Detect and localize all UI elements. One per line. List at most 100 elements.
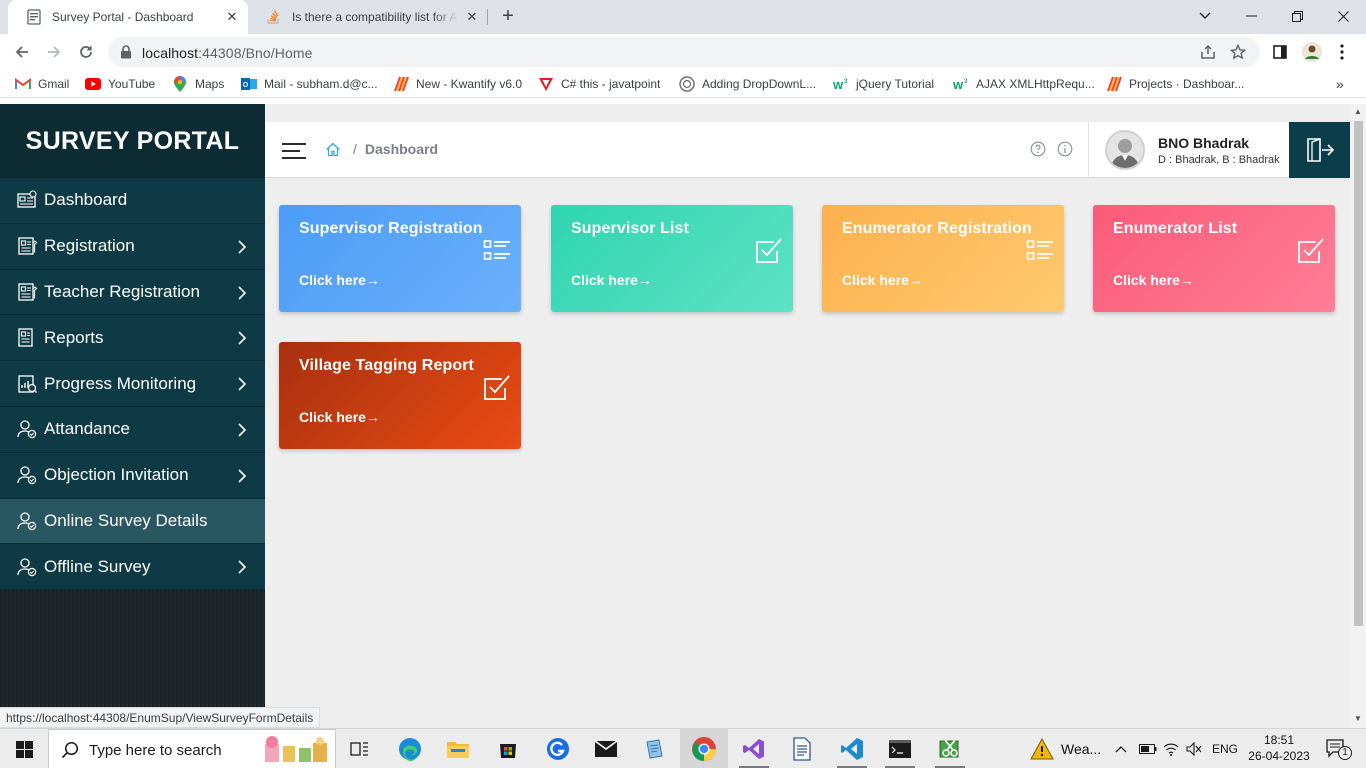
restore-button[interactable] [1274, 0, 1320, 32]
card-link[interactable]: Click here→ [1113, 272, 1194, 288]
bookmark-star-icon[interactable] [1230, 44, 1246, 60]
address-bar[interactable]: localhost:44308/Bno/Home [108, 37, 1260, 67]
javatpoint-icon [538, 76, 554, 92]
bookmark-maps[interactable]: Maps [172, 75, 224, 93]
sidebar-item-offline-survey[interactable]: Offline Survey [0, 544, 265, 591]
taskbar-snipping-tool[interactable] [926, 729, 974, 768]
brand-title[interactable]: SURVEY PORTAL [0, 104, 265, 178]
scrollbar-thumb[interactable] [1354, 121, 1363, 626]
card-enumerator-registration[interactable]: Enumerator Registration Click here→ [822, 205, 1064, 312]
forward-button[interactable] [40, 38, 68, 66]
search-icon [61, 741, 79, 759]
taskbar-vscode[interactable] [828, 729, 876, 768]
tab-title: Is there a compatibility list for An [292, 10, 458, 24]
minimize-button[interactable] [1228, 0, 1274, 32]
share-icon[interactable] [1200, 44, 1216, 60]
wifi-icon[interactable] [1163, 729, 1179, 768]
back-button[interactable] [8, 38, 36, 66]
card-village-tagging-report[interactable]: Village Tagging Report Click here→ [279, 342, 521, 449]
tray-overflow-icon[interactable] [1115, 729, 1127, 768]
url-text[interactable]: localhost:44308/Bno/Home [142, 45, 313, 61]
card-link[interactable]: Click here→ [571, 272, 652, 288]
tab-close-icon[interactable]: ✕ [464, 9, 480, 25]
logout-button[interactable] [1289, 122, 1350, 178]
taskbar-notes-app[interactable] [630, 729, 678, 768]
card-link[interactable]: Click here→ [842, 272, 923, 288]
card-supervisor-registration[interactable]: Supervisor Registration Click here→ [279, 205, 521, 312]
taskbar-word-document[interactable] [778, 729, 826, 768]
avatar[interactable] [1105, 130, 1145, 170]
snipping-tool-icon [939, 739, 959, 758]
svg-text:w: w [833, 77, 844, 91]
outlook-icon: O [241, 76, 257, 92]
lock-icon[interactable] [120, 45, 132, 59]
tab-survey-portal[interactable]: Survey Portal - Dashboard ✕ [8, 0, 248, 34]
gmail-icon [15, 76, 31, 92]
folder-icon [447, 742, 469, 758]
weather-widget[interactable]: Wea... [1030, 729, 1101, 768]
notification-center-button[interactable]: 1 [1316, 729, 1358, 768]
taskbar-grammarly[interactable] [534, 729, 582, 768]
bookmark-youtube[interactable]: YouTube [85, 75, 155, 93]
taskbar-search[interactable]: Type here to search [48, 729, 336, 768]
sidebar-item-attandance[interactable]: Attandance [0, 406, 265, 453]
sidebar-item-progress-monitoring[interactable]: Progress Monitoring [0, 361, 265, 407]
bookmark-label: Mail - subham.d@c... [264, 77, 378, 91]
home-icon[interactable] [325, 142, 341, 157]
card-link[interactable]: Click here→ [299, 409, 380, 425]
sidebar-item-registration[interactable]: Registration [0, 223, 265, 270]
sidebar-item-online-survey-details[interactable]: Online Survey Details [0, 498, 265, 545]
card-title: Village Tagging Report [299, 357, 474, 374]
card-link[interactable]: Click here→ [299, 272, 380, 288]
profile-avatar-icon[interactable] [1298, 38, 1326, 66]
language-indicator[interactable]: ENG [1212, 729, 1238, 768]
task-view-button[interactable] [336, 729, 384, 768]
tab-close-icon[interactable]: ✕ [224, 9, 240, 25]
browser-toolbar: localhost:44308/Bno/Home [0, 34, 1366, 70]
taskbar-edge[interactable] [386, 729, 434, 768]
taskbar-file-explorer[interactable] [434, 729, 482, 768]
sidebar-item-teacher-registration[interactable]: Teacher Registration [0, 269, 265, 316]
new-tab-button[interactable]: + [498, 6, 518, 27]
side-panel-icon[interactable] [1266, 38, 1294, 66]
scroll-down-icon[interactable]: ▼ [1354, 714, 1362, 723]
terminal-icon [889, 740, 911, 758]
scroll-up-icon[interactable]: ▲ [1354, 107, 1362, 116]
sidebar-item-dashboard[interactable]: Dashboard [0, 178, 265, 224]
bookmark-kwantify[interactable]: New - Kwantify v6.0 [393, 75, 522, 93]
taskbar-visual-studio[interactable] [730, 729, 778, 768]
tab-search-icon[interactable] [1182, 0, 1228, 32]
taskbar-chrome[interactable] [680, 729, 728, 768]
svg-text:w: w [953, 77, 964, 91]
sidebar-item-label: Registration [44, 236, 135, 256]
hamburger-menu-icon[interactable] [281, 141, 307, 161]
bookmark-chatgpt[interactable]: Adding DropDownL... [679, 75, 816, 93]
system-clock[interactable]: 18:51 26-04-2023 [1248, 732, 1310, 764]
sidebar: SURVEY PORTAL Dashboard Registration Tea… [0, 104, 265, 728]
help-icon[interactable] [1030, 141, 1046, 157]
bookmark-jquery-tutorial[interactable]: w3 jQuery Tutorial [833, 75, 934, 93]
bookmark-ajax[interactable]: w3 AJAX XMLHttpRequ... [953, 75, 1095, 93]
battery-icon[interactable] [1139, 729, 1157, 768]
bookmark-outlook[interactable]: O Mail - subham.d@c... [241, 75, 378, 93]
bookmark-projects[interactable]: Projects · Dashboar... [1106, 75, 1244, 93]
tab-stackoverflow[interactable]: Is there a compatibility list for An ✕ [248, 0, 488, 34]
bookmarks-overflow-icon[interactable]: » [1336, 75, 1344, 93]
taskbar-mail[interactable] [582, 729, 630, 768]
taskbar-terminal[interactable] [876, 729, 924, 768]
reload-button[interactable] [72, 38, 100, 66]
close-window-button[interactable] [1320, 0, 1366, 32]
chrome-menu-icon[interactable] [1328, 38, 1356, 66]
sidebar-item-objection-invitation[interactable]: Objection Invitation [0, 452, 265, 499]
card-supervisor-list[interactable]: Supervisor List Click here→ [551, 205, 793, 312]
sidebar-item-reports[interactable]: Reports [0, 315, 265, 362]
page-scrollbar[interactable]: ▲ ▼ [1350, 104, 1366, 728]
bookmark-gmail[interactable]: Gmail [15, 75, 69, 93]
card-enumerator-list[interactable]: Enumerator List Click here→ [1093, 205, 1335, 312]
bookmark-javatpoint[interactable]: C# this - javatpoint [538, 75, 660, 93]
info-icon[interactable] [1057, 141, 1073, 157]
taskbar-store[interactable] [484, 729, 532, 768]
volume-muted-icon[interactable] [1186, 729, 1202, 768]
browser-tab-strip: Survey Portal - Dashboard ✕ Is there a c… [0, 0, 1366, 34]
start-button[interactable] [0, 729, 48, 768]
